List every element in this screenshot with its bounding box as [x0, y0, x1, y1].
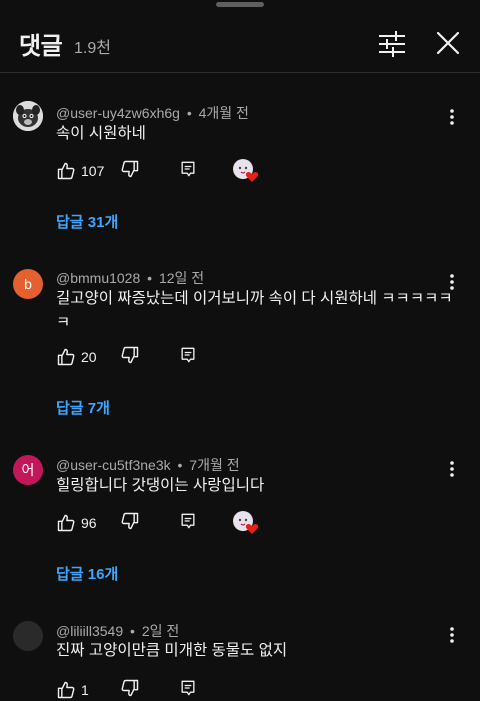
avatar[interactable]: b [13, 269, 43, 299]
dislike-button[interactable] [120, 678, 144, 701]
view-replies-link[interactable]: 답글 7개 [56, 397, 110, 418]
comment-text: 속이 시원하네 [56, 125, 146, 142]
dislike-button[interactable] [120, 511, 144, 535]
reply-button[interactable] [178, 159, 202, 183]
like-count: 107 [81, 163, 105, 179]
thumbs-down-icon [121, 160, 139, 178]
avatar[interactable] [13, 101, 43, 131]
close-button[interactable] [432, 27, 464, 59]
dislike-button[interactable] [120, 159, 144, 183]
comment-text: 힐링합니다 갓댕이는 사랑입니다 [56, 477, 265, 494]
comment-meta: @bmmu1028 • 12일 전 [56, 268, 204, 288]
comment-item: b @bmmu1028 • 12일 전 길고양이 짜증났는데 이거보니까 속이 … [0, 262, 480, 417]
comment-author[interactable]: @user-uy4zw6xh6g [56, 105, 180, 121]
comment-actions: 1 [56, 676, 356, 701]
avatar[interactable]: 어 [13, 455, 43, 485]
reply-comment-icon [181, 161, 195, 177]
meta-separator: • [186, 105, 192, 121]
avatar-letter: 어 [21, 462, 35, 478]
like-button[interactable]: 20 [56, 343, 97, 371]
like-count: 96 [81, 515, 97, 531]
thumbs-down-icon [121, 346, 139, 364]
thumbs-down-icon [121, 679, 139, 697]
panel-title: 댓글 [19, 33, 63, 60]
comment-item: 어 @user-cu5tf3ne3k • 7개월 전 힐링합니다 갓댕이는 사랑… [0, 448, 480, 588]
reply-comment-icon [181, 680, 195, 696]
reply-button[interactable] [178, 511, 202, 535]
view-replies-link[interactable]: 답글 31개 [56, 211, 118, 232]
reply-comment-icon [181, 513, 195, 529]
comment-time: 12일 전 [158, 270, 205, 286]
comment-meta: @liliill3549 • 2일 전 [56, 621, 179, 641]
creator-heart-icon [233, 511, 259, 534]
creator-heart-icon [233, 159, 259, 182]
comments-header: 댓글 1.9천 [0, 0, 480, 73]
comment-time: 4개월 전 [198, 105, 249, 121]
comment-actions: 107 [56, 157, 356, 185]
comment-author[interactable]: @user-cu5tf3ne3k [56, 457, 171, 473]
comment-time: 7개월 전 [189, 457, 240, 473]
comment-author[interactable]: @bmmu1028 [56, 270, 140, 286]
close-icon [436, 31, 460, 55]
creator-heart-badge [232, 509, 260, 537]
like-button[interactable]: 96 [56, 509, 97, 537]
thumbs-up-icon [57, 162, 75, 180]
comment-meta: @user-uy4zw6xh6g • 4개월 전 [56, 103, 249, 123]
thumbs-up-icon [57, 348, 75, 366]
meta-separator: • [147, 270, 153, 286]
comment-actions: 96 [56, 509, 356, 537]
dislike-button[interactable] [120, 345, 144, 369]
filter-button[interactable] [376, 28, 408, 60]
like-count: 20 [81, 349, 97, 365]
view-replies-link[interactable]: 답글 16개 [56, 563, 118, 584]
comment-text: 길고양이 짜증났는데 이거보니까 속이 다 시원하네 ㅋㅋㅋㅋㅋㅋ [56, 290, 453, 331]
creator-heart-badge [232, 157, 260, 185]
comment-item: @liliill3549 • 2일 전 진짜 고양이만큼 미개한 동물도 없지 … [0, 614, 480, 701]
thumbs-up-icon [57, 681, 75, 699]
comment-author[interactable]: @liliill3549 [56, 623, 123, 639]
avatar-letter: b [24, 276, 32, 292]
meta-separator: • [177, 457, 183, 473]
thumbs-up-icon [57, 514, 75, 532]
like-button[interactable]: 1 [56, 676, 89, 701]
comment-meta: @user-cu5tf3ne3k • 7개월 전 [56, 455, 240, 475]
dog-avatar-icon [13, 101, 43, 131]
comment-actions: 20 [56, 343, 356, 371]
like-count: 1 [81, 682, 89, 698]
meta-separator: • [130, 623, 135, 639]
comment-count: 1.9천 [74, 40, 111, 57]
comment-item: @user-uy4zw6xh6g • 4개월 전 속이 시원하네 107 답글 … [0, 95, 480, 235]
thumbs-down-icon [121, 512, 139, 530]
comment-text: 진짜 고양이만큼 미개한 동물도 없지 [56, 642, 288, 659]
reply-button[interactable] [178, 345, 202, 369]
sliders-icon [379, 31, 405, 57]
comment-time: 2일 전 [141, 623, 180, 639]
like-button[interactable]: 107 [56, 157, 104, 185]
reply-comment-icon [181, 347, 195, 363]
reply-button[interactable] [178, 678, 202, 701]
avatar[interactable] [13, 621, 43, 651]
